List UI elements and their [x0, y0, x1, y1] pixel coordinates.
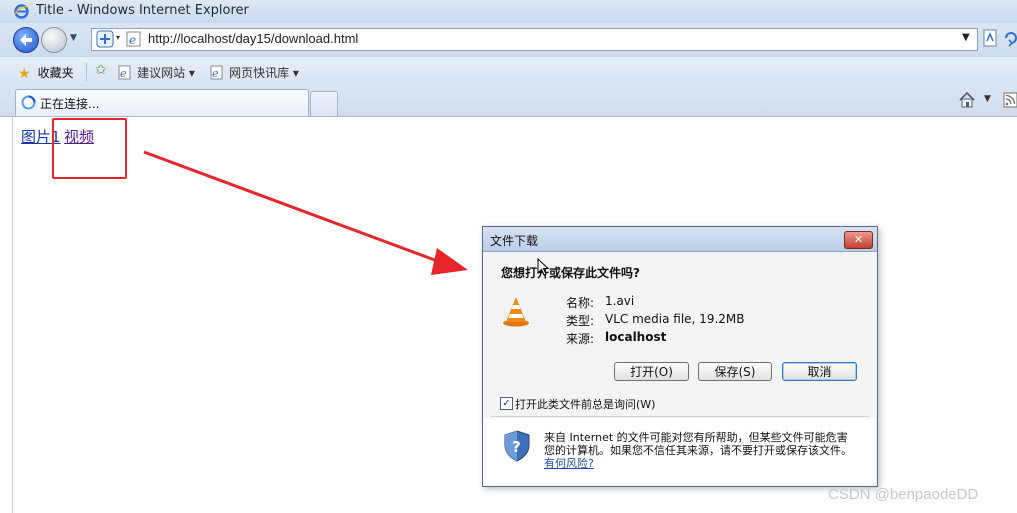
mouse-cursor-icon	[537, 258, 549, 276]
type-label: 类型:	[566, 314, 595, 328]
name-label: 名称:	[566, 296, 595, 310]
name-value: 1.avi	[605, 294, 635, 308]
source-value: localhost	[605, 330, 667, 344]
vlc-cone-icon	[503, 297, 529, 327]
risk-link[interactable]: 有何风险?	[544, 457, 594, 470]
always-ask-checkbox[interactable]: ✓	[500, 397, 513, 410]
type-value: VLC media file, 19.2MB	[605, 312, 745, 326]
svg-text:?: ?	[512, 438, 521, 456]
cancel-button[interactable]: 取消	[782, 362, 857, 381]
warning-text-block: 来自 Internet 的文件可能对您有所帮助，但某些文件可能危害您的计算机。如…	[544, 431, 856, 470]
security-shield-icon: ?	[504, 430, 530, 462]
source-label: 来源:	[566, 332, 595, 346]
open-button[interactable]: 打开(O)	[614, 362, 689, 381]
dialog-title: 文件下载	[490, 234, 539, 248]
dialog-close-button[interactable]: ✕	[844, 231, 873, 249]
watermark: CSDN @benpaodeDD	[828, 486, 979, 503]
save-button[interactable]: 保存(S)	[698, 362, 772, 381]
dialog-warning-area: ? 来自 Internet 的文件可能对您有所帮助，但某些文件可能危害您的计算机…	[484, 418, 876, 485]
always-ask-label: 打开此类文件前总是询问(W)	[515, 398, 656, 411]
dialog-title-bar: 文件下载 ✕	[483, 227, 877, 252]
warning-text: 来自 Internet 的文件可能对您有所帮助，但某些文件可能危害您的计算机。如…	[544, 431, 852, 457]
dialog-separator	[491, 416, 869, 417]
dialog-question: 您想打开或保存此文件吗?	[501, 266, 640, 280]
